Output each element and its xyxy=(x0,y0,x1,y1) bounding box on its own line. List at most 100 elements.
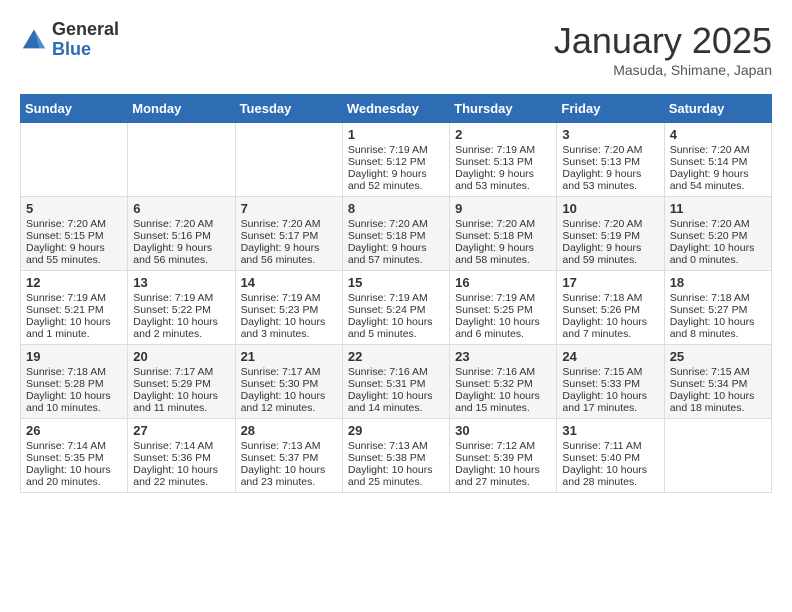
day-number: 30 xyxy=(455,423,551,438)
day-info-line: Sunrise: 7:15 AM xyxy=(670,366,766,378)
calendar-cell: 25Sunrise: 7:15 AMSunset: 5:34 PMDayligh… xyxy=(664,345,771,419)
day-info-line: Daylight: 10 hours xyxy=(562,316,658,328)
day-info-line: Daylight: 10 hours xyxy=(241,390,337,402)
day-info-line: Daylight: 10 hours xyxy=(348,316,444,328)
day-number: 2 xyxy=(455,127,551,142)
day-info-line: Sunset: 5:16 PM xyxy=(133,230,229,242)
day-info-line: Sunrise: 7:18 AM xyxy=(26,366,122,378)
day-info-line: Sunset: 5:19 PM xyxy=(562,230,658,242)
calendar-cell: 2Sunrise: 7:19 AMSunset: 5:13 PMDaylight… xyxy=(450,123,557,197)
day-info-line: Daylight: 10 hours xyxy=(241,464,337,476)
day-info-line: Sunset: 5:35 PM xyxy=(26,452,122,464)
day-number: 12 xyxy=(26,275,122,290)
day-info-line: Daylight: 9 hours xyxy=(348,168,444,180)
calendar-cell: 20Sunrise: 7:17 AMSunset: 5:29 PMDayligh… xyxy=(128,345,235,419)
day-number: 14 xyxy=(241,275,337,290)
calendar-cell: 27Sunrise: 7:14 AMSunset: 5:36 PMDayligh… xyxy=(128,419,235,493)
calendar-cell: 19Sunrise: 7:18 AMSunset: 5:28 PMDayligh… xyxy=(21,345,128,419)
day-info-line: Daylight: 10 hours xyxy=(348,464,444,476)
day-info-line: Daylight: 9 hours xyxy=(348,242,444,254)
day-info-line: Sunrise: 7:18 AM xyxy=(670,292,766,304)
day-number: 31 xyxy=(562,423,658,438)
day-info-line: Sunset: 5:13 PM xyxy=(455,156,551,168)
day-number: 26 xyxy=(26,423,122,438)
day-info-line: Sunset: 5:18 PM xyxy=(455,230,551,242)
day-info-line: Sunset: 5:17 PM xyxy=(241,230,337,242)
day-info-line: Sunrise: 7:16 AM xyxy=(455,366,551,378)
day-info-line: Daylight: 9 hours xyxy=(455,242,551,254)
calendar-cell: 29Sunrise: 7:13 AMSunset: 5:38 PMDayligh… xyxy=(342,419,449,493)
location-subtitle: Masuda, Shimane, Japan xyxy=(554,62,772,78)
calendar-cell: 24Sunrise: 7:15 AMSunset: 5:33 PMDayligh… xyxy=(557,345,664,419)
day-info-line: and 14 minutes. xyxy=(348,402,444,414)
calendar-cell xyxy=(128,123,235,197)
day-number: 1 xyxy=(348,127,444,142)
day-info-line: Sunrise: 7:20 AM xyxy=(562,218,658,230)
weekday-header-tuesday: Tuesday xyxy=(235,95,342,123)
day-info-line: and 10 minutes. xyxy=(26,402,122,414)
day-info-line: and 7 minutes. xyxy=(562,328,658,340)
day-info-line: and 0 minutes. xyxy=(670,254,766,266)
calendar-cell: 15Sunrise: 7:19 AMSunset: 5:24 PMDayligh… xyxy=(342,271,449,345)
calendar-week-row: 1Sunrise: 7:19 AMSunset: 5:12 PMDaylight… xyxy=(21,123,772,197)
day-number: 22 xyxy=(348,349,444,364)
calendar-cell: 14Sunrise: 7:19 AMSunset: 5:23 PMDayligh… xyxy=(235,271,342,345)
day-info-line: Daylight: 10 hours xyxy=(455,390,551,402)
calendar-cell: 3Sunrise: 7:20 AMSunset: 5:13 PMDaylight… xyxy=(557,123,664,197)
day-info-line: Daylight: 9 hours xyxy=(562,168,658,180)
day-number: 28 xyxy=(241,423,337,438)
day-info-line: Daylight: 10 hours xyxy=(670,242,766,254)
day-info-line: Daylight: 10 hours xyxy=(133,316,229,328)
day-info-line: Sunset: 5:13 PM xyxy=(562,156,658,168)
calendar-cell xyxy=(664,419,771,493)
day-info-line: and 25 minutes. xyxy=(348,476,444,488)
day-info-line: Sunset: 5:32 PM xyxy=(455,378,551,390)
calendar-cell: 7Sunrise: 7:20 AMSunset: 5:17 PMDaylight… xyxy=(235,197,342,271)
day-info-line: Sunset: 5:29 PM xyxy=(133,378,229,390)
day-info-line: Sunset: 5:31 PM xyxy=(348,378,444,390)
weekday-header-friday: Friday xyxy=(557,95,664,123)
calendar-cell: 31Sunrise: 7:11 AMSunset: 5:40 PMDayligh… xyxy=(557,419,664,493)
month-title: January 2025 xyxy=(554,20,772,62)
calendar-week-row: 12Sunrise: 7:19 AMSunset: 5:21 PMDayligh… xyxy=(21,271,772,345)
calendar-cell: 11 Sunrise: 7:20 AMSunset: 5:20 PMDayligh… xyxy=(664,197,771,271)
day-number: 24 xyxy=(562,349,658,364)
day-number: 9 xyxy=(455,201,551,216)
day-info-line: Sunset: 5:12 PM xyxy=(348,156,444,168)
day-info-line: Daylight: 10 hours xyxy=(670,390,766,402)
day-info-line: Sunrise: 7:20 AM xyxy=(670,144,766,156)
day-info-line: Sunrise: 7:12 AM xyxy=(455,440,551,452)
day-info-line: Sunrise: 7:13 AM xyxy=(348,440,444,452)
day-info-line: Sunrise: 7:20 AM xyxy=(348,218,444,230)
day-number: 21 xyxy=(241,349,337,364)
day-info-line: Sunset: 5:20 PM xyxy=(670,230,766,242)
day-number: 8 xyxy=(348,201,444,216)
day-info-line: Sunset: 5:25 PM xyxy=(455,304,551,316)
day-info-line: and 3 minutes. xyxy=(241,328,337,340)
day-info-line: and 6 minutes. xyxy=(455,328,551,340)
day-info-line: and 11 minutes. xyxy=(133,402,229,414)
day-info-line: and 56 minutes. xyxy=(241,254,337,266)
day-number: 7 xyxy=(241,201,337,216)
calendar-cell: 22Sunrise: 7:16 AMSunset: 5:31 PMDayligh… xyxy=(342,345,449,419)
calendar-cell: 18Sunrise: 7:18 AMSunset: 5:27 PMDayligh… xyxy=(664,271,771,345)
day-info-line: Sunset: 5:26 PM xyxy=(562,304,658,316)
day-number: 18 xyxy=(670,275,766,290)
day-info-line: and 1 minute. xyxy=(26,328,122,340)
day-number: 23 xyxy=(455,349,551,364)
weekday-header-thursday: Thursday xyxy=(450,95,557,123)
day-number: 19 xyxy=(26,349,122,364)
calendar-cell: 12Sunrise: 7:19 AMSunset: 5:21 PMDayligh… xyxy=(21,271,128,345)
day-info-line: and 54 minutes. xyxy=(670,180,766,192)
day-info-line: Sunset: 5:23 PM xyxy=(241,304,337,316)
day-info-line: Sunrise: 7:20 AM xyxy=(670,218,766,230)
day-info-line: Sunset: 5:36 PM xyxy=(133,452,229,464)
day-number: 11 xyxy=(670,201,766,216)
day-info-line: Sunrise: 7:19 AM xyxy=(348,144,444,156)
weekday-header-wednesday: Wednesday xyxy=(342,95,449,123)
day-info-line: Sunset: 5:39 PM xyxy=(455,452,551,464)
day-info-line: Sunrise: 7:17 AM xyxy=(133,366,229,378)
day-number: 17 xyxy=(562,275,658,290)
day-info-line: Sunset: 5:28 PM xyxy=(26,378,122,390)
day-number: 13 xyxy=(133,275,229,290)
